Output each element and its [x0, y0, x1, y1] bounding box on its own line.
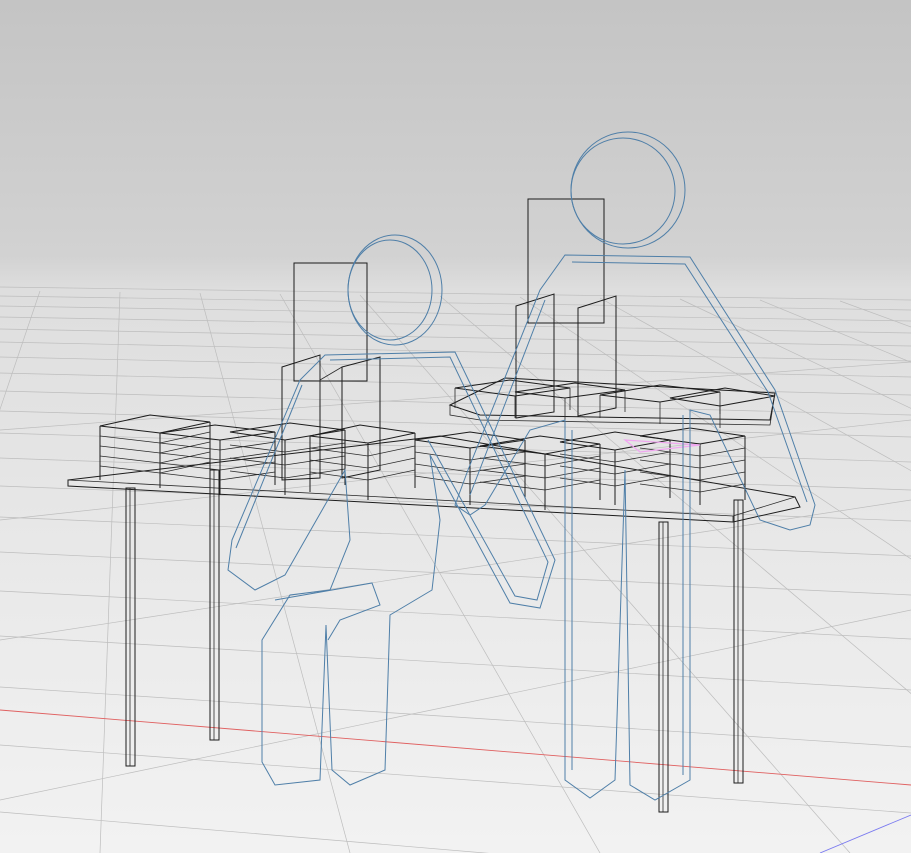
x-axis-line	[0, 709, 911, 786]
3d-viewport[interactable]	[0, 0, 911, 853]
ground-grid	[0, 286, 911, 853]
scene-canvas[interactable]	[0, 0, 911, 853]
storage-bins[interactable]	[99, 377, 776, 510]
monitor-panel-left[interactable]	[281, 262, 381, 481]
